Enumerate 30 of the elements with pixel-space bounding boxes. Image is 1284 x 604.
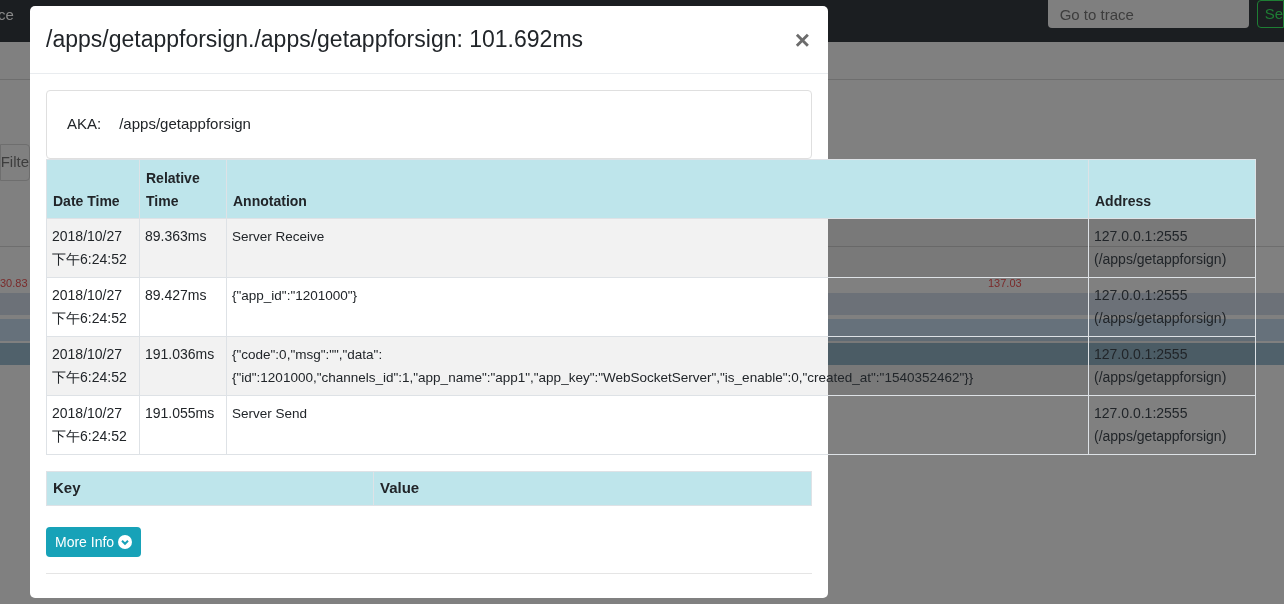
table-cell: 127.0.0.1:2555 (/apps/getappforsign) [1088,336,1256,396]
table-cell: 2018/10/27 下午6:24:52 [46,277,140,337]
timeline-label: 30.83 [0,276,28,291]
column-header: Value [373,471,812,506]
table-cell: 191.055ms [139,395,227,455]
close-button[interactable]: × [794,26,810,53]
column-header: Relative Time [139,159,227,219]
table-cell: 127.0.0.1:2555 (/apps/getappforsign) [1088,218,1256,278]
more-info-button[interactable]: More Info [46,527,142,557]
trace-id-field[interactable]: Go to trace [1047,0,1249,28]
chevron-down-icon [118,535,133,549]
table-cell: 2018/10/27 下午6:24:52 [46,336,140,396]
table-cell: 127.0.0.1:2555 (/apps/getappforsign) [1088,277,1256,337]
table-cell: 2018/10/27 下午6:24:52 [46,395,140,455]
column-header: Address [1088,159,1256,219]
column-header: Key [46,471,374,506]
table-cell: Server Send [226,395,1089,455]
timeline-label: 137.03 [988,276,1022,291]
table-cell: Server Receive [226,218,1089,278]
search-button[interactable]: Se [1256,0,1284,28]
table-cell: 127.0.0.1:2555 (/apps/getappforsign) [1088,395,1256,455]
table-cell: 191.036ms [139,336,227,396]
table-cell: 89.427ms [139,277,227,337]
table-cell: 89.363ms [139,218,227,278]
table-cell: 2018/10/27 下午6:24:52 [46,218,140,278]
column-header: Annotation [226,159,1089,219]
dialog-title: /apps/getappforsign./apps/getappforsign: 101.692ms [46,25,584,55]
column-header: Date Time [46,159,140,219]
aka-value: /apps/getappforsign [119,114,251,135]
aka-label: AKA: [67,114,102,135]
